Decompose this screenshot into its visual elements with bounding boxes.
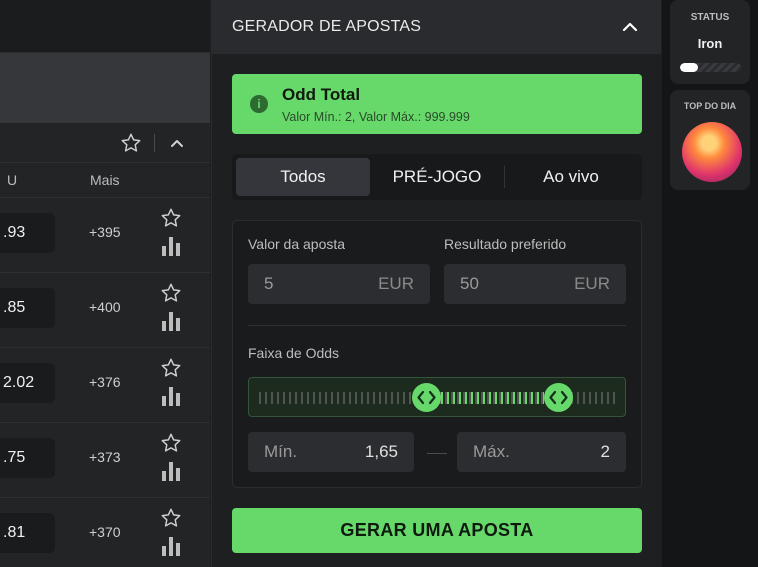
right-sidebar: STATUS Iron TOP DO DIA <box>662 0 758 567</box>
generate-bet-button[interactable]: GERAR UMA APOSTA <box>232 508 642 553</box>
column-header-more: Mais <box>90 172 120 188</box>
max-odds-input[interactable]: Máx. 2 <box>457 432 626 472</box>
stats-icon[interactable] <box>162 312 180 331</box>
top-of-day-card: TOP DO DIA <box>670 90 750 190</box>
form-divider <box>248 325 626 326</box>
alert-title: Odd Total <box>282 85 361 104</box>
featured-game-thumbnail[interactable] <box>682 122 742 182</box>
max-odds-label: Máx. <box>473 442 510 461</box>
preferred-result-input[interactable]: 50 EUR <box>444 264 626 304</box>
under-odd-button[interactable]: .81 <box>0 513 55 553</box>
favorite-star-icon[interactable] <box>120 132 142 154</box>
range-dash <box>427 453 447 454</box>
chevron-up-icon[interactable] <box>621 20 639 34</box>
status-progress-fill <box>680 63 699 72</box>
more-markets-count[interactable]: +370 <box>89 524 121 540</box>
stats-icon[interactable] <box>162 462 180 481</box>
odds-range-label: Faixa de Odds <box>248 345 340 361</box>
market-controls <box>0 123 210 163</box>
odds-row: .81 +370 <box>0 498 210 567</box>
stake-currency: EUR <box>378 274 414 293</box>
odds-row: 2.02 +376 <box>0 348 210 423</box>
more-markets-count[interactable]: +400 <box>89 299 121 315</box>
status-card[interactable]: STATUS Iron <box>670 0 750 84</box>
stake-value: 5 <box>264 274 274 293</box>
generator-form: Valor da aposta Resultado preferido 5 EU… <box>232 220 642 488</box>
slider-selected-range <box>441 392 544 404</box>
under-odd-button[interactable]: 2.02 <box>0 363 55 403</box>
stats-icon[interactable] <box>162 387 180 406</box>
star-icon[interactable] <box>160 432 182 454</box>
odds-list-panel: U Mais .93 +395 .85 +400 2.02 +376 .75 +373 .81 +… <box>0 0 210 567</box>
stake-label: Valor da aposta <box>248 236 346 252</box>
drag-arrows-icon <box>417 390 436 405</box>
slider-max-handle[interactable] <box>544 383 573 412</box>
under-odd-button[interactable]: .75 <box>0 438 55 478</box>
under-odd-button[interactable]: .85 <box>0 288 55 328</box>
bet-generator-panel: GERADOR DE APOSTAS i Odd Total Valor Mín… <box>211 0 661 567</box>
min-odds-value: 1,65 <box>364 442 398 461</box>
divider <box>154 134 155 152</box>
generator-header[interactable]: GERADOR DE APOSTAS <box>212 0 661 54</box>
drag-arrows-icon <box>549 390 568 405</box>
tab-live[interactable]: Ao vivo <box>504 158 638 196</box>
stake-input[interactable]: 5 EUR <box>248 264 430 304</box>
odds-range-slider[interactable] <box>248 377 626 417</box>
odds-row: .85 +400 <box>0 273 210 348</box>
result-currency: EUR <box>574 274 610 293</box>
star-icon[interactable] <box>160 357 182 379</box>
more-markets-count[interactable]: +373 <box>89 449 121 465</box>
column-header-under: U <box>7 172 18 188</box>
max-odds-value: 2 <box>600 442 610 461</box>
info-icon: i <box>250 95 268 113</box>
event-banner <box>0 53 210 123</box>
status-caption: STATUS <box>690 12 730 23</box>
result-value: 50 <box>460 274 479 293</box>
star-icon[interactable] <box>160 282 182 304</box>
status-tier: Iron <box>697 36 723 51</box>
slider-min-handle[interactable] <box>412 383 441 412</box>
tab-pre-match[interactable]: PRÉ-JOGO <box>370 158 504 196</box>
column-headers: U Mais <box>0 163 210 198</box>
under-odd-button[interactable]: .93 <box>0 213 55 253</box>
stats-icon[interactable] <box>162 237 180 256</box>
odds-row: .75 +373 <box>0 423 210 498</box>
odd-total-alert: i Odd Total Valor Mín.: 2, Valor Máx.: 9… <box>232 74 642 134</box>
top-of-day-caption: TOP DO DIA <box>683 101 737 111</box>
star-icon[interactable] <box>160 507 182 529</box>
odds-rows: .93 +395 .85 +400 2.02 +376 .75 +373 .81 +370 <box>0 198 210 567</box>
min-odds-label: Mín. <box>264 442 298 461</box>
more-markets-count[interactable]: +376 <box>89 374 121 390</box>
match-type-tabs: Todos PRÉ-JOGO Ao vivo <box>232 154 642 200</box>
tab-all[interactable]: Todos <box>236 158 370 196</box>
chevron-up-icon[interactable] <box>169 136 185 150</box>
generator-title: GERADOR DE APOSTAS <box>232 18 422 35</box>
top-bar <box>0 0 210 53</box>
odds-row: .93 +395 <box>0 198 210 273</box>
more-markets-count[interactable]: +395 <box>89 224 121 240</box>
preferred-result-label: Resultado preferido <box>444 236 567 252</box>
star-icon[interactable] <box>160 207 182 229</box>
min-odds-input[interactable]: Mín. 1,65 <box>248 432 414 472</box>
alert-subtitle: Valor Mín.: 2, Valor Máx.: 999.999 <box>282 110 470 124</box>
status-progress-bar <box>680 63 741 72</box>
stats-icon[interactable] <box>162 537 180 556</box>
